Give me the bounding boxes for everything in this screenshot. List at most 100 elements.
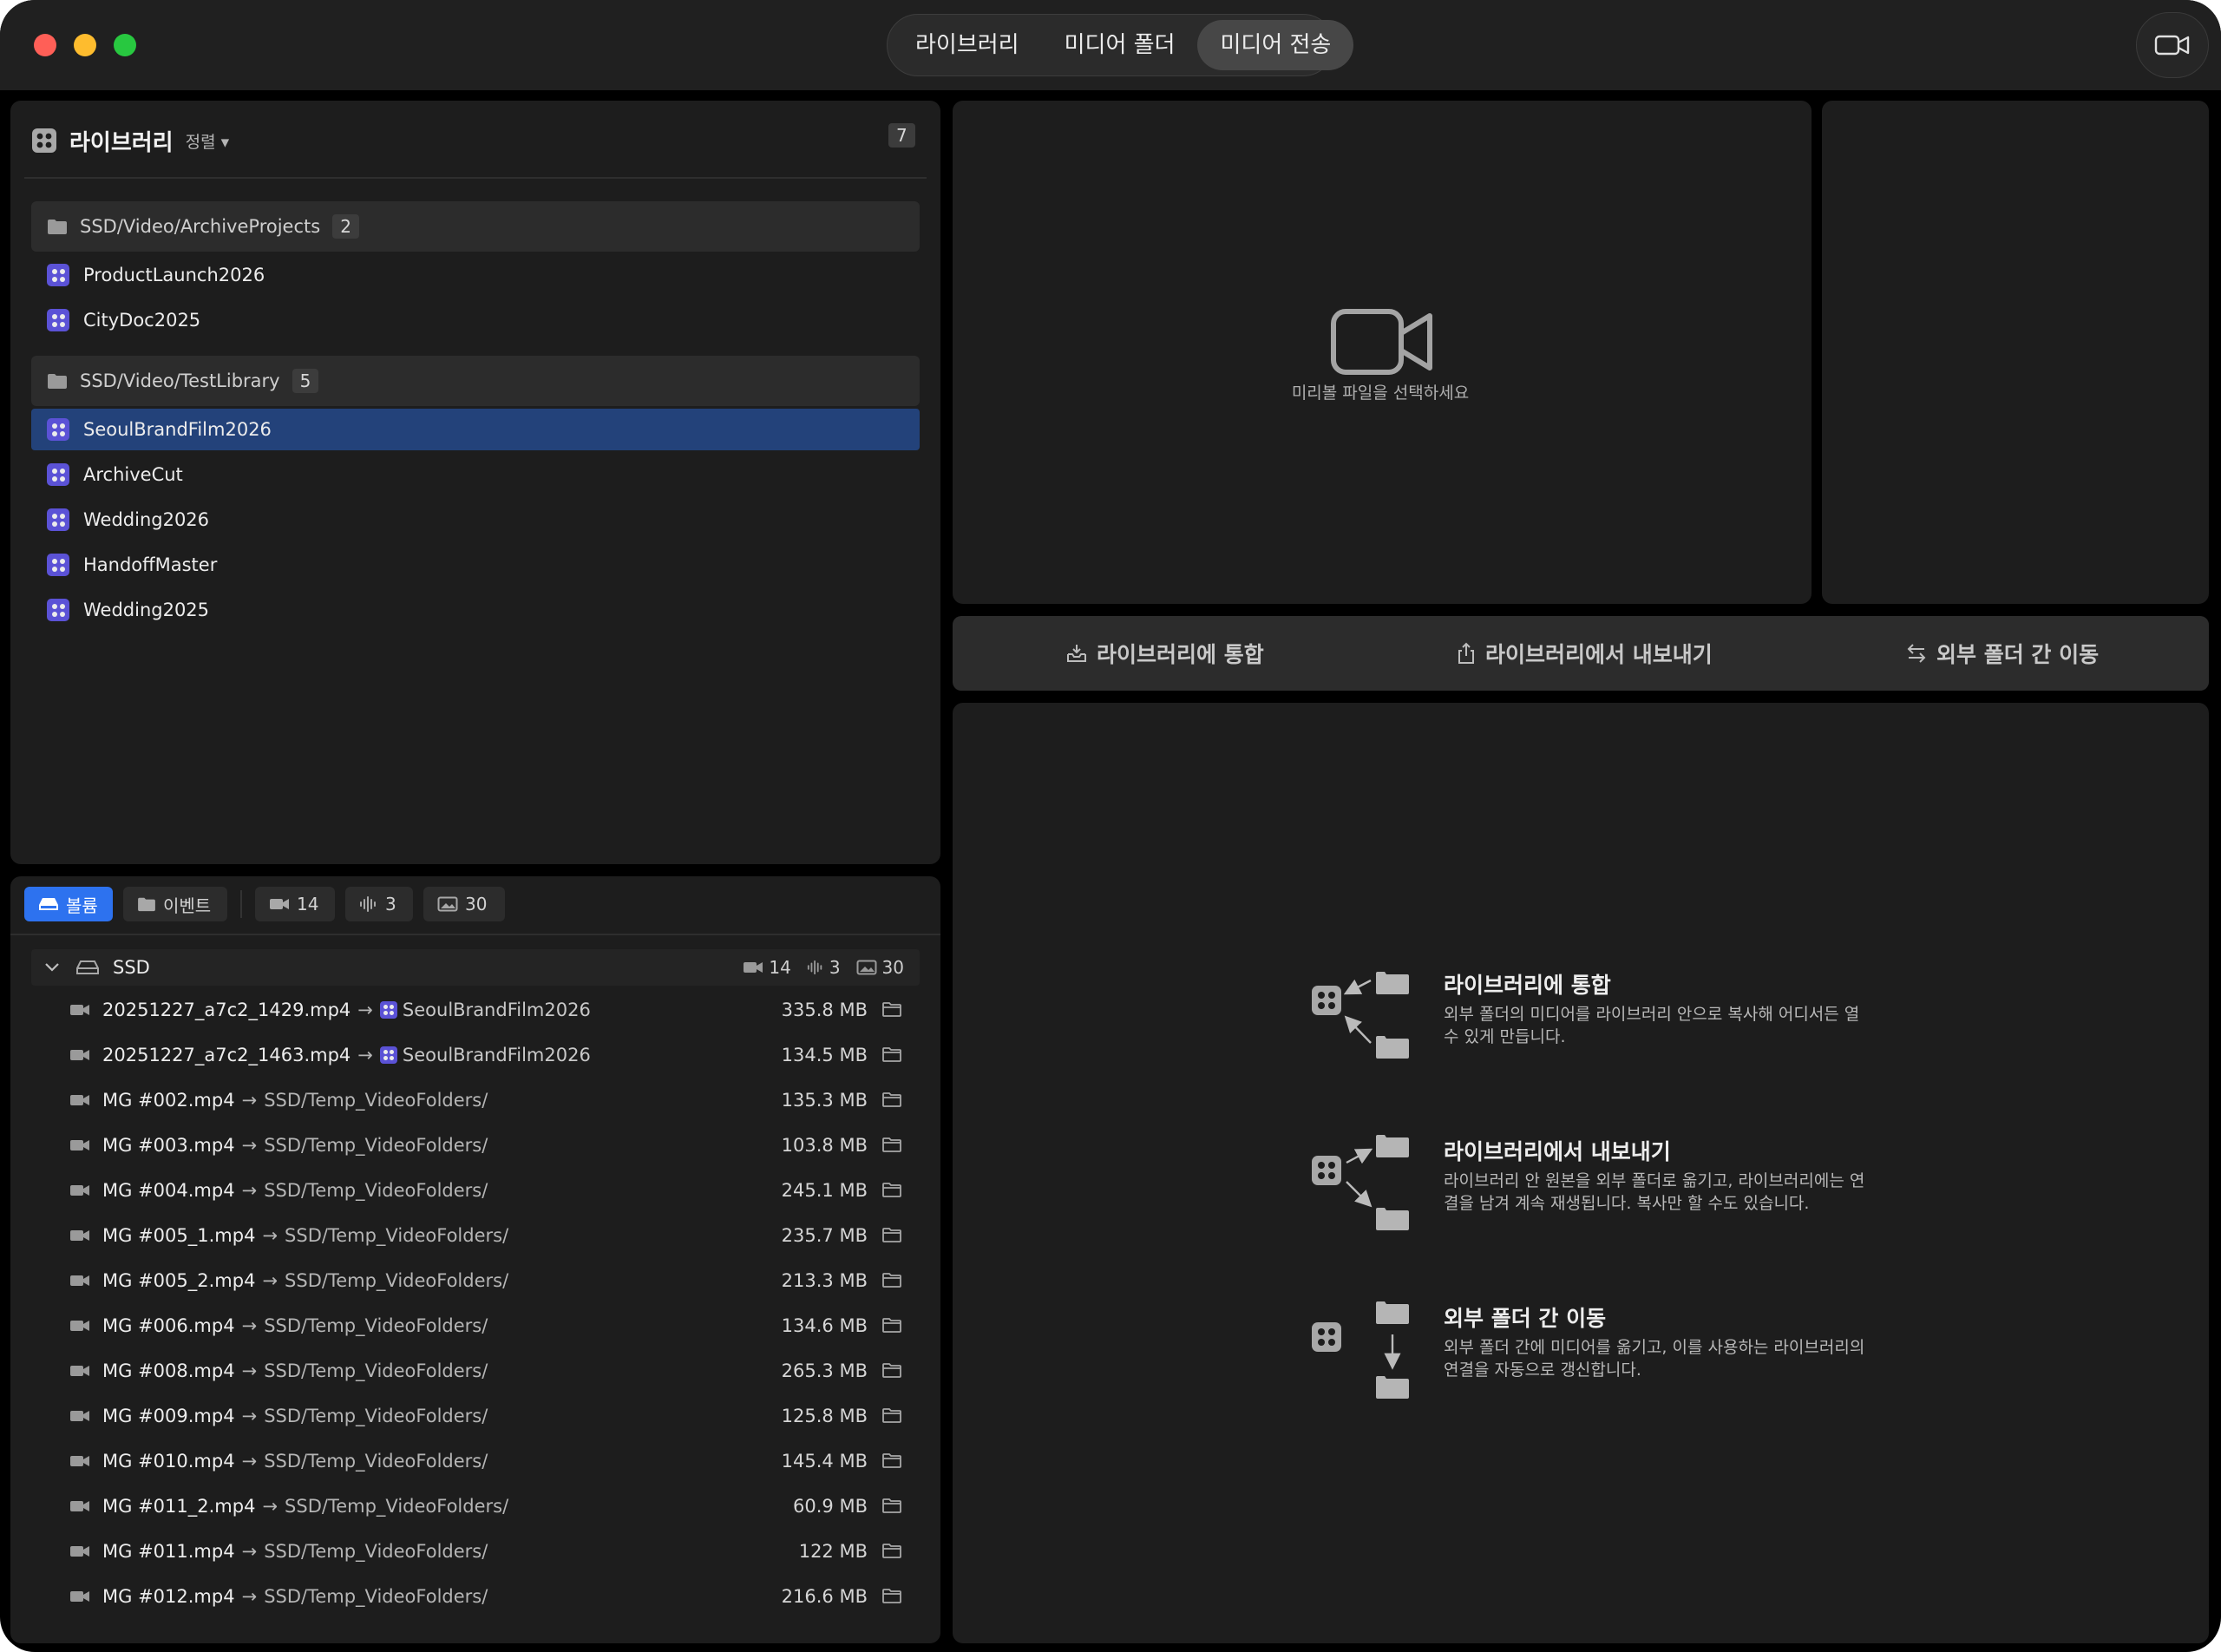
zoom-button[interactable] bbox=[114, 34, 136, 56]
library-icon bbox=[47, 508, 69, 531]
tab-media-transfer[interactable]: 미디어 전송 bbox=[1197, 20, 1354, 70]
video-count: 14 bbox=[297, 894, 319, 914]
library-item[interactable]: Wedding2026 bbox=[31, 499, 920, 541]
file-size: 213.3 MB bbox=[781, 1270, 868, 1291]
volume-row-ssd[interactable]: SSD 14 3 30 bbox=[31, 949, 920, 986]
merge-into-library-button[interactable]: 라이브러리에 통합 bbox=[1065, 616, 1264, 691]
info-description: 라이브러리 안 원본을 외부 폴더로 옮기고, 라이브러리에는 연결을 남겨 계… bbox=[1444, 1171, 1865, 1213]
waveform-icon bbox=[360, 896, 376, 912]
file-row[interactable]: MG #011_2.mp4 → SSD/Temp_VideoFolders/60.9… bbox=[69, 1489, 902, 1524]
file-row[interactable]: 20251227_a7c2_1463.mp4 → SeoulBrandFilm202… bbox=[69, 1038, 902, 1072]
library-item[interactable]: ArchiveCut bbox=[31, 454, 920, 495]
file-size: 216.6 MB bbox=[781, 1586, 868, 1607]
file-name: MG #009.mp4 bbox=[102, 1406, 235, 1426]
video-camera-icon bbox=[70, 1050, 89, 1060]
reveal-folder-icon[interactable] bbox=[881, 1497, 902, 1514]
reveal-folder-icon[interactable] bbox=[881, 1542, 902, 1559]
export-from-library-button[interactable]: 라이브러리에서 내보내기 bbox=[1456, 616, 1713, 691]
file-size: 245.1 MB bbox=[781, 1180, 868, 1201]
action-label: 라이브러리에서 내보내기 bbox=[1485, 642, 1713, 667]
video-camera-icon bbox=[70, 1185, 89, 1196]
library-title: 라이브러리 bbox=[69, 129, 174, 156]
library-item-selected[interactable]: SeoulBrandFilm2026 bbox=[31, 409, 920, 450]
file-size: 125.8 MB bbox=[781, 1406, 868, 1426]
file-row[interactable]: MG #006.mp4 → SSD/Temp_VideoFolders/134.6 … bbox=[69, 1308, 902, 1343]
camera-button[interactable] bbox=[2136, 12, 2209, 78]
folder-icon bbox=[138, 897, 155, 912]
file-row[interactable]: MG #004.mp4 → SSD/Temp_VideoFolders/245.1 … bbox=[69, 1173, 902, 1208]
info-title: 라이브러리에 통합 bbox=[1444, 973, 1611, 998]
arrow-right-icon: → bbox=[262, 1496, 278, 1517]
library-group-archive-projects[interactable]: SSD/Video/ArchiveProjects 2 bbox=[31, 201, 920, 252]
tab-library[interactable]: 라이브러리 bbox=[893, 20, 1042, 70]
library-group-test-library[interactable]: SSD/Video/TestLibrary 5 bbox=[31, 356, 920, 406]
library-item[interactable]: ProductLaunch2026 bbox=[31, 254, 920, 296]
drive-icon bbox=[76, 960, 99, 974]
close-button[interactable] bbox=[34, 34, 56, 56]
video-filter-button[interactable]: 14 bbox=[255, 887, 335, 921]
file-size: 103.8 MB bbox=[781, 1135, 868, 1156]
file-row[interactable]: MG #010.mp4 → SSD/Temp_VideoFolders/145.4 … bbox=[69, 1444, 902, 1478]
library-icon bbox=[32, 128, 56, 153]
reveal-folder-icon[interactable] bbox=[881, 1046, 902, 1063]
swap-arrows-icon bbox=[1907, 644, 1926, 663]
reveal-folder-icon[interactable] bbox=[881, 1181, 902, 1198]
destination-library: SeoulBrandFilm2026 bbox=[379, 1045, 591, 1065]
image-filter-button[interactable]: 30 bbox=[423, 887, 505, 921]
file-row[interactable]: 20251227_a7c2_1429.mp4 → SeoulBrandFilm202… bbox=[69, 993, 902, 1027]
file-name: MG #004.mp4 bbox=[102, 1180, 235, 1201]
reveal-folder-icon[interactable] bbox=[881, 1587, 902, 1604]
tab-media-folder[interactable]: 미디어 폴더 bbox=[1042, 20, 1198, 70]
sort-dropdown[interactable]: 정렬 ▾ bbox=[186, 129, 230, 153]
library-item[interactable]: CityDoc2025 bbox=[31, 299, 920, 341]
file-row[interactable]: MG #005_2.mp4 → SSD/Temp_VideoFolders/213.… bbox=[69, 1263, 902, 1298]
chevron-down-icon[interactable] bbox=[43, 961, 61, 974]
action-bar: 라이브러리에 통합 라이브러리에서 내보내기 외부 폴더 간 이동 bbox=[953, 616, 2209, 691]
video-camera-icon bbox=[70, 1591, 89, 1602]
reveal-folder-icon[interactable] bbox=[881, 1452, 902, 1469]
file-row[interactable]: MG #012.mp4 → SSD/Temp_VideoFolders/216.6 … bbox=[69, 1579, 902, 1614]
destination-path: SSD/Temp_VideoFolders/ bbox=[264, 1180, 488, 1201]
video-camera-icon bbox=[70, 1456, 89, 1466]
destination-label: SeoulBrandFilm2026 bbox=[402, 1045, 591, 1065]
file-row[interactable]: MG #002.mp4 → SSD/Temp_VideoFolders/135.3 … bbox=[69, 1083, 902, 1118]
destination-path: SSD/Temp_VideoFolders/ bbox=[285, 1270, 509, 1291]
reveal-folder-icon[interactable] bbox=[881, 1361, 902, 1379]
file-name: MG #012.mp4 bbox=[102, 1586, 235, 1607]
volume-filter-button[interactable]: 볼륨 bbox=[24, 887, 113, 921]
arrow-right-icon: → bbox=[241, 1135, 258, 1156]
destination-path: SSD/Temp_VideoFolders/ bbox=[264, 1586, 488, 1607]
reveal-folder-icon[interactable] bbox=[881, 1000, 902, 1018]
info-description: 외부 폴더 간에 미디어를 옮기고, 이를 사용하는 라이브러리의 연결을 자동… bbox=[1444, 1338, 1865, 1380]
move-between-folders-button[interactable]: 외부 폴더 간 이동 bbox=[1905, 616, 2099, 691]
volume-label: SSD bbox=[113, 957, 150, 978]
minimize-button[interactable] bbox=[74, 34, 96, 56]
destination-library: SeoulBrandFilm2026 bbox=[379, 1000, 591, 1020]
file-row[interactable]: MG #008.mp4 → SSD/Temp_VideoFolders/265.3 … bbox=[69, 1354, 902, 1388]
reveal-folder-icon[interactable] bbox=[881, 1136, 902, 1153]
event-filter-button[interactable]: 이벤트 bbox=[123, 887, 227, 921]
reveal-folder-icon[interactable] bbox=[881, 1406, 902, 1424]
reveal-folder-icon[interactable] bbox=[881, 1226, 902, 1243]
info-description: 외부 폴더의 미디어를 라이브러리 안으로 복사해 어디서든 열 수 있게 만듭… bbox=[1444, 1005, 1860, 1046]
reveal-folder-icon[interactable] bbox=[881, 1091, 902, 1108]
destination-path: SSD/Temp_VideoFolders/ bbox=[285, 1225, 509, 1246]
library-item[interactable]: HandoffMaster bbox=[31, 544, 920, 586]
file-row[interactable]: MG #005_1.mp4 → SSD/Temp_VideoFolders/235.… bbox=[69, 1218, 902, 1253]
reveal-folder-icon[interactable] bbox=[881, 1316, 902, 1334]
divider bbox=[24, 177, 927, 179]
reveal-folder-icon[interactable] bbox=[881, 1271, 902, 1288]
audio-filter-button[interactable]: 3 bbox=[345, 887, 413, 921]
info-title: 외부 폴더 간 이동 bbox=[1444, 1306, 1607, 1331]
file-name: 20251227_a7c2_1463.mp4 bbox=[102, 1045, 351, 1065]
arrow-right-icon: → bbox=[241, 1360, 258, 1381]
library-icon bbox=[47, 554, 69, 576]
file-row[interactable]: MG #011.mp4 → SSD/Temp_VideoFolders/122 MB bbox=[69, 1534, 902, 1569]
file-name: MG #003.mp4 bbox=[102, 1135, 235, 1156]
ssd-video-count: 14 bbox=[769, 957, 791, 978]
library-item[interactable]: Wedding2025 bbox=[31, 589, 920, 631]
file-row[interactable]: MG #009.mp4 → SSD/Temp_VideoFolders/125.8 … bbox=[69, 1399, 902, 1433]
library-item-label: HandoffMaster bbox=[83, 554, 218, 575]
destination-path: SSD/Temp_VideoFolders/ bbox=[264, 1090, 488, 1111]
file-row[interactable]: MG #003.mp4 → SSD/Temp_VideoFolders/103.8 … bbox=[69, 1128, 902, 1163]
